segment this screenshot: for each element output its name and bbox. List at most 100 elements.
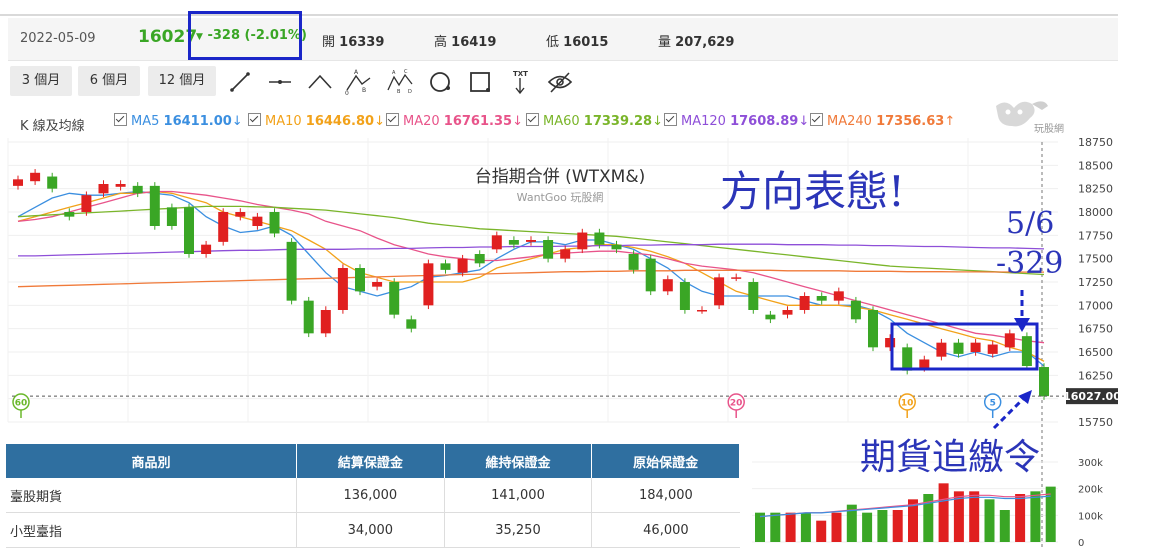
y-tick-label: 15750 xyxy=(1078,416,1113,429)
arrow-head-icon xyxy=(1018,390,1032,404)
candle-body xyxy=(132,185,143,194)
volume-bar xyxy=(969,491,980,542)
annotation-margin-call: 期貨追繳令 xyxy=(860,437,1041,478)
volume-tick-label: 300k xyxy=(1078,458,1103,469)
annotation-change: -329 xyxy=(996,246,1064,281)
candle-body xyxy=(235,212,246,217)
column-header: 結算保證金 xyxy=(296,444,445,478)
y-tick-label: 16750 xyxy=(1078,323,1113,336)
candle-body xyxy=(64,212,75,217)
period-marker-label: 60 xyxy=(15,399,28,409)
candle-body xyxy=(115,184,126,187)
ma-line-ma120 xyxy=(18,243,1045,257)
y-tick-label: 16500 xyxy=(1078,346,1113,359)
y-tick-label: 18750 xyxy=(1078,136,1113,149)
column-header: 維持保證金 xyxy=(444,444,593,478)
candle-body xyxy=(372,282,383,287)
period-markers: 60 20 10 5 xyxy=(12,393,1002,418)
volume-bar xyxy=(892,510,903,542)
candle-body xyxy=(355,268,365,292)
table-cell: 136,000 xyxy=(296,478,445,513)
candle-body xyxy=(987,344,998,354)
volume-bar xyxy=(831,512,842,542)
candle-body xyxy=(440,263,451,270)
candle-body xyxy=(953,342,964,354)
candle-body xyxy=(748,282,759,310)
candle-body xyxy=(218,212,229,242)
last-price-line: 16027.00 xyxy=(12,388,1121,405)
candle-body xyxy=(457,258,468,273)
candle-body xyxy=(98,184,109,194)
candle-body xyxy=(697,310,707,312)
candle-body xyxy=(389,282,400,315)
annotation-direction: 方向表態! xyxy=(720,167,905,216)
ma-line-ma240 xyxy=(17,269,1044,288)
table-cell: 35,250 xyxy=(444,512,593,548)
volume-bar xyxy=(1045,486,1056,542)
volume-bar xyxy=(800,512,811,542)
volume-tick-label: 100k xyxy=(1078,511,1103,522)
candle-body xyxy=(1039,367,1049,397)
candle-body xyxy=(81,195,92,212)
candle-body xyxy=(850,300,861,320)
column-header: 原始保證金 xyxy=(591,444,740,478)
chart-title: 台指期合併 (WTXM&) xyxy=(475,167,645,187)
candle-body xyxy=(1004,333,1015,348)
annotation-date: 5/6 xyxy=(1006,206,1055,241)
table-row: 臺股期貨 136,000 141,000 184,000 xyxy=(6,478,740,513)
candle-body xyxy=(1021,336,1032,366)
table-cell: 46,000 xyxy=(591,512,740,548)
candle-body xyxy=(30,172,41,182)
candle-body xyxy=(919,359,930,368)
table-cell: 34,000 xyxy=(296,512,445,548)
volume-bar xyxy=(938,483,949,542)
candle-body xyxy=(816,296,827,301)
candle-body xyxy=(628,254,639,270)
column-header: 商品別 xyxy=(6,444,297,478)
candle-body xyxy=(868,310,878,348)
candle-body xyxy=(885,338,896,348)
candle-body xyxy=(491,235,502,250)
candle-body xyxy=(782,310,793,315)
volume-bar xyxy=(785,512,796,542)
candle-body xyxy=(320,310,331,334)
candle-body xyxy=(577,232,588,250)
volume-bar xyxy=(816,520,827,542)
y-tick-label: 17250 xyxy=(1078,276,1113,289)
period-marker-label: 5 xyxy=(990,399,996,409)
candle-body xyxy=(47,176,58,189)
candle-body xyxy=(765,314,776,320)
candle-body xyxy=(303,300,314,334)
candle-body xyxy=(799,296,810,310)
candle-body xyxy=(201,244,212,254)
table-header-row: 商品別 結算保證金 維持保證金 原始保證金 xyxy=(6,444,740,478)
volume-bar xyxy=(770,512,781,542)
volume-bar xyxy=(1030,491,1041,542)
candle-body xyxy=(936,342,947,357)
chart-subtitle: WantGoo 玩股網 xyxy=(517,190,604,204)
y-tick-label: 17000 xyxy=(1078,299,1113,312)
candle-body xyxy=(508,240,519,245)
table-cell: 小型臺指 xyxy=(6,512,297,548)
y-tick-label: 17750 xyxy=(1078,229,1113,242)
candle-body xyxy=(337,268,348,310)
candle-body xyxy=(594,232,605,245)
y-tick-label: 18000 xyxy=(1078,206,1113,219)
candle-body xyxy=(526,240,536,242)
candle-body xyxy=(902,347,913,371)
volume-bar xyxy=(999,510,1010,542)
volume-bar xyxy=(984,499,995,542)
candle-body xyxy=(611,244,622,250)
candle-body xyxy=(662,279,673,292)
volume-bar xyxy=(755,512,765,542)
y-tick-label: 18500 xyxy=(1078,159,1113,172)
y-tick-label: 17500 xyxy=(1078,253,1113,266)
volume-bar xyxy=(1015,494,1026,542)
table-cell: 184,000 xyxy=(591,478,740,513)
volume-tick-label: 200k xyxy=(1078,485,1103,496)
candle-body xyxy=(184,207,194,254)
y-tick-label: 18250 xyxy=(1078,183,1113,196)
candle-body xyxy=(166,207,177,226)
candle-body xyxy=(833,291,844,301)
price-axis: 18750 18500 18250 18000 17750 17500 17250 17000… xyxy=(1078,136,1113,429)
